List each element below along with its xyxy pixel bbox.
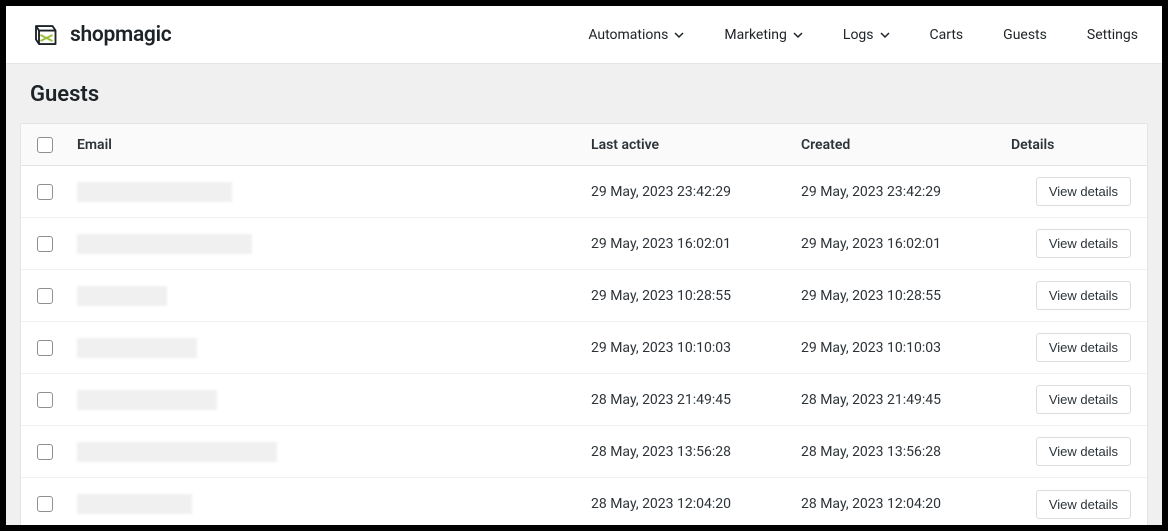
cell-created: 28 May, 2023 21:49:45 bbox=[801, 392, 1011, 408]
row-checkbox[interactable] bbox=[37, 496, 53, 512]
row-checkbox[interactable] bbox=[37, 444, 53, 460]
cell-last-active: 29 May, 2023 23:42:29 bbox=[591, 184, 801, 200]
guests-table: Email Last active Created Details 29 May… bbox=[20, 123, 1148, 525]
page-title: Guests bbox=[6, 64, 1162, 123]
nav-guests[interactable]: Guests bbox=[1003, 27, 1047, 43]
view-details-button[interactable]: View details bbox=[1036, 177, 1131, 206]
cell-email bbox=[77, 390, 591, 410]
cell-created: 28 May, 2023 13:56:28 bbox=[801, 444, 1011, 460]
row-checkbox[interactable] bbox=[37, 236, 53, 252]
cell-email bbox=[77, 338, 591, 358]
redacted-email bbox=[77, 494, 192, 514]
cell-last-active: 28 May, 2023 13:56:28 bbox=[591, 444, 801, 460]
cell-last-active: 28 May, 2023 12:04:20 bbox=[591, 496, 801, 512]
nav-logs[interactable]: Logs bbox=[843, 27, 890, 43]
redacted-email bbox=[77, 286, 167, 306]
select-all-checkbox[interactable] bbox=[37, 137, 53, 153]
row-checkbox[interactable] bbox=[37, 288, 53, 304]
row-checkbox[interactable] bbox=[37, 340, 53, 356]
nav-settings[interactable]: Settings bbox=[1087, 27, 1138, 43]
cell-created: 29 May, 2023 23:42:29 bbox=[801, 184, 1011, 200]
cell-last-active: 29 May, 2023 16:02:01 bbox=[591, 236, 801, 252]
cell-email bbox=[77, 234, 591, 254]
nav-marketing[interactable]: Marketing bbox=[724, 27, 803, 43]
cell-created: 29 May, 2023 16:02:01 bbox=[801, 236, 1011, 252]
redacted-email bbox=[77, 182, 232, 202]
table-row: 28 May, 2023 13:56:2828 May, 2023 13:56:… bbox=[21, 426, 1147, 478]
cell-email bbox=[77, 182, 591, 202]
row-checkbox[interactable] bbox=[37, 392, 53, 408]
view-details-button[interactable]: View details bbox=[1036, 281, 1131, 310]
table-row: 28 May, 2023 12:04:2028 May, 2023 12:04:… bbox=[21, 478, 1147, 525]
nav-carts[interactable]: Carts bbox=[930, 27, 964, 43]
app-frame: shopmagic Automations Marketing Logs bbox=[6, 6, 1162, 525]
cell-last-active: 29 May, 2023 10:10:03 bbox=[591, 340, 801, 356]
cell-last-active: 29 May, 2023 10:28:55 bbox=[591, 288, 801, 304]
view-details-button[interactable]: View details bbox=[1036, 437, 1131, 466]
chevron-down-icon bbox=[793, 30, 803, 40]
view-details-button[interactable]: View details bbox=[1036, 229, 1131, 258]
cell-created: 29 May, 2023 10:10:03 bbox=[801, 340, 1011, 356]
redacted-email bbox=[77, 390, 217, 410]
col-header-email: Email bbox=[77, 137, 591, 153]
chevron-down-icon bbox=[880, 30, 890, 40]
nav-label: Settings bbox=[1087, 27, 1138, 43]
view-details-button[interactable]: View details bbox=[1036, 490, 1131, 519]
cell-created: 28 May, 2023 12:04:20 bbox=[801, 496, 1011, 512]
view-details-button[interactable]: View details bbox=[1036, 333, 1131, 362]
table-row: 29 May, 2023 16:02:0129 May, 2023 16:02:… bbox=[21, 218, 1147, 270]
row-checkbox[interactable] bbox=[37, 184, 53, 200]
view-details-button[interactable]: View details bbox=[1036, 385, 1131, 414]
cell-email bbox=[77, 494, 591, 514]
table-row: 29 May, 2023 23:42:2929 May, 2023 23:42:… bbox=[21, 166, 1147, 218]
col-header-details: Details bbox=[1011, 137, 1131, 153]
table-row: 29 May, 2023 10:28:5529 May, 2023 10:28:… bbox=[21, 270, 1147, 322]
cell-created: 29 May, 2023 10:28:55 bbox=[801, 288, 1011, 304]
nav-label: Logs bbox=[843, 27, 874, 43]
brand: shopmagic bbox=[30, 20, 171, 50]
col-header-created: Created bbox=[801, 137, 1011, 153]
table-header-row: Email Last active Created Details bbox=[21, 124, 1147, 166]
col-header-last-active: Last active bbox=[591, 137, 801, 153]
main-nav: Automations Marketing Logs Carts bbox=[588, 27, 1138, 43]
chevron-down-icon bbox=[674, 30, 684, 40]
redacted-email bbox=[77, 338, 197, 358]
nav-label: Guests bbox=[1003, 27, 1047, 43]
brand-logo-icon bbox=[30, 20, 60, 50]
brand-name: shopmagic bbox=[70, 23, 171, 47]
nav-label: Marketing bbox=[724, 27, 787, 43]
redacted-email bbox=[77, 234, 252, 254]
table-row: 29 May, 2023 10:10:0329 May, 2023 10:10:… bbox=[21, 322, 1147, 374]
nav-label: Carts bbox=[930, 27, 964, 43]
cell-email bbox=[77, 442, 591, 462]
cell-last-active: 28 May, 2023 21:49:45 bbox=[591, 392, 801, 408]
cell-email bbox=[77, 286, 591, 306]
top-bar: shopmagic Automations Marketing Logs bbox=[6, 6, 1162, 64]
nav-label: Automations bbox=[588, 27, 668, 43]
table-row: 28 May, 2023 21:49:4528 May, 2023 21:49:… bbox=[21, 374, 1147, 426]
nav-automations[interactable]: Automations bbox=[588, 27, 684, 43]
redacted-email bbox=[77, 442, 277, 462]
